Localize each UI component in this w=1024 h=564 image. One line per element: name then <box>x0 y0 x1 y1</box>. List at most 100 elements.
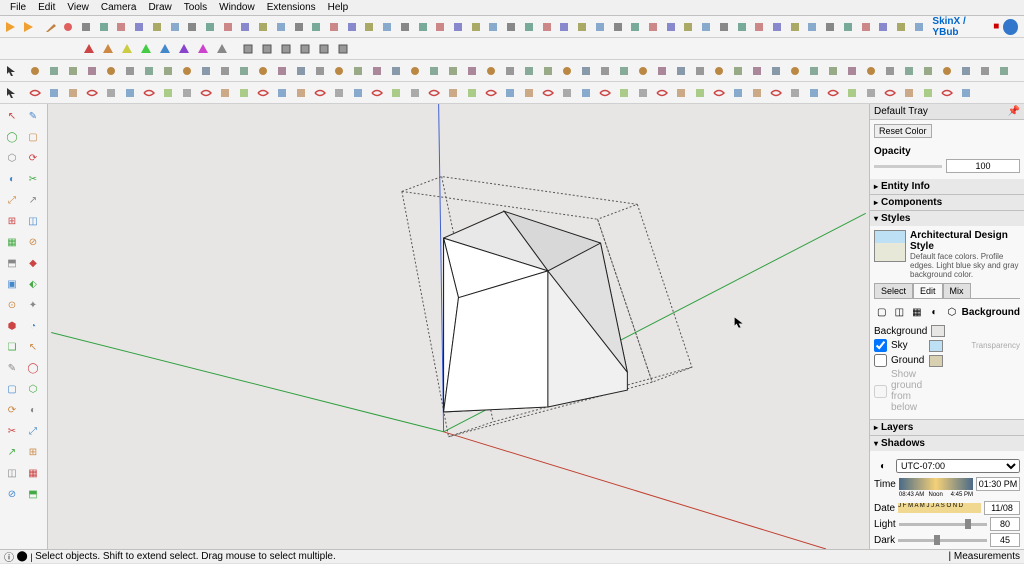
toolbar4-btn-48[interactable] <box>938 84 956 102</box>
toolbar3-btn-19[interactable] <box>387 62 405 80</box>
toolbar4-btn-49[interactable] <box>957 84 975 102</box>
menu-help[interactable]: Help <box>322 1 355 14</box>
left-tool-3[interactable]: ▢ <box>23 127 43 147</box>
toolbar1-btn-1[interactable] <box>95 18 112 36</box>
toolbar1-btn-45[interactable] <box>875 18 892 36</box>
toolbar3-btn-34[interactable] <box>672 62 690 80</box>
toolbar3-btn-44[interactable] <box>862 62 880 80</box>
left-tool-5[interactable]: ⟳ <box>23 148 43 168</box>
section-styles[interactable]: Styles <box>870 211 1024 226</box>
toolbar3-btn-26[interactable] <box>520 62 538 80</box>
toolbar1-btn-34[interactable] <box>680 18 697 36</box>
toolbar4-btn-9[interactable] <box>197 84 215 102</box>
opacity-input[interactable] <box>946 159 1020 173</box>
toolbar1-btn-23[interactable] <box>485 18 502 36</box>
toolbar4-btn-43[interactable] <box>843 84 861 102</box>
toolbar4-btn-30[interactable] <box>596 84 614 102</box>
menu-edit[interactable]: Edit <box>32 1 61 14</box>
toolbar4-btn-33[interactable] <box>653 84 671 102</box>
toolbar3-btn-39[interactable] <box>767 62 785 80</box>
left-tool-17[interactable]: ⬖ <box>23 274 43 294</box>
brush-icon[interactable] <box>60 18 77 36</box>
reset-color-button[interactable]: Reset Color <box>874 124 932 138</box>
style-bg-icon[interactable]: ▦ <box>909 303 925 321</box>
left-tool-10[interactable]: ⊞ <box>2 211 22 231</box>
dark-slider[interactable] <box>898 539 987 542</box>
toolbar1-btn-8[interactable] <box>219 18 236 36</box>
toolbar2a-btn-3[interactable] <box>137 40 155 58</box>
toolbar3-btn-29[interactable] <box>577 62 595 80</box>
toolbar3-btn-18[interactable] <box>368 62 386 80</box>
timezone-select[interactable]: UTC-07:00 <box>896 459 1020 473</box>
left-tool-29[interactable]: ◐ <box>23 400 43 420</box>
left-tool-14[interactable]: ⬒ <box>2 253 22 273</box>
toolbar3-btn-1[interactable] <box>45 62 63 80</box>
left-tool-32[interactable]: ↗ <box>2 442 22 462</box>
status-icon1[interactable]: ⓘ <box>4 549 14 564</box>
section-shadows[interactable]: Shadows <box>870 436 1024 451</box>
style-model-icon[interactable]: ⬡ <box>944 303 960 321</box>
left-tool-26[interactable]: ▢ <box>2 379 22 399</box>
toolbar1-btn-33[interactable] <box>662 18 679 36</box>
toolbar4-btn-5[interactable] <box>121 84 139 102</box>
left-tool-11[interactable]: ◫ <box>23 211 43 231</box>
toolbar1-btn-24[interactable] <box>503 18 520 36</box>
toolbar4-btn-46[interactable] <box>900 84 918 102</box>
toolbar4-btn-29[interactable] <box>577 84 595 102</box>
toolbar3-btn-0[interactable] <box>26 62 44 80</box>
time-input[interactable] <box>976 477 1020 491</box>
toolbar1-btn-17[interactable] <box>379 18 396 36</box>
ground-swatch[interactable] <box>929 355 943 367</box>
toolbar3-btn-40[interactable] <box>786 62 804 80</box>
toolbar4-btn-40[interactable] <box>786 84 804 102</box>
toolbar1-btn-2[interactable] <box>113 18 130 36</box>
toolbar1-btn-36[interactable] <box>715 18 732 36</box>
toolbar3-btn-42[interactable] <box>824 62 842 80</box>
toolbar4-btn-34[interactable] <box>672 84 690 102</box>
toolbar2a-btn-0[interactable] <box>80 40 98 58</box>
section-layers[interactable]: Layers <box>870 420 1024 435</box>
toolbar3-btn-50[interactable] <box>976 62 994 80</box>
select2-icon[interactable] <box>2 84 20 102</box>
toolbar3-btn-11[interactable] <box>235 62 253 80</box>
toolbar4-btn-35[interactable] <box>691 84 709 102</box>
toolbar3-btn-17[interactable] <box>349 62 367 80</box>
style-edge-icon[interactable]: ▢ <box>874 303 890 321</box>
toolbar1-btn-26[interactable] <box>538 18 555 36</box>
toolbar2a-btn-2[interactable] <box>118 40 136 58</box>
left-tool-12[interactable]: ▦ <box>2 232 22 252</box>
date-input[interactable] <box>984 501 1020 515</box>
sky-swatch[interactable] <box>929 340 943 352</box>
toolbar3-btn-2[interactable] <box>64 62 82 80</box>
toolbar4-btn-31[interactable] <box>615 84 633 102</box>
toolbar1-btn-44[interactable] <box>857 18 874 36</box>
left-tool-15[interactable]: ◆ <box>23 253 43 273</box>
left-tool-20[interactable]: ⬢ <box>2 316 22 336</box>
menu-camera[interactable]: Camera <box>95 1 143 14</box>
toolbar1-btn-7[interactable] <box>202 18 219 36</box>
toolbar3-btn-48[interactable] <box>938 62 956 80</box>
bg-swatch[interactable] <box>931 325 945 337</box>
toolbar1-btn-42[interactable] <box>822 18 839 36</box>
toolbar4-btn-22[interactable] <box>444 84 462 102</box>
play-icon[interactable] <box>2 18 19 36</box>
date-slider[interactable]: J F M A M J J A S O N D <box>898 503 981 513</box>
section-entity-info[interactable]: Entity Info <box>870 179 1024 194</box>
toolbar4-btn-26[interactable] <box>520 84 538 102</box>
select-arrow-icon[interactable] <box>2 62 20 80</box>
tab-mix[interactable]: Mix <box>943 283 971 298</box>
toolbar4-btn-21[interactable] <box>425 84 443 102</box>
toolbar3-btn-16[interactable] <box>330 62 348 80</box>
toolbar2a-btn-5[interactable] <box>175 40 193 58</box>
toolbar3-btn-8[interactable] <box>178 62 196 80</box>
toolbar4-btn-42[interactable] <box>824 84 842 102</box>
left-tool-28[interactable]: ⟳ <box>2 400 22 420</box>
toolbar1-btn-11[interactable] <box>273 18 290 36</box>
left-tool-16[interactable]: ▣ <box>2 274 22 294</box>
opacity-slider[interactable] <box>874 165 942 168</box>
toolbar3-btn-12[interactable] <box>254 62 272 80</box>
toolbar3-btn-38[interactable] <box>748 62 766 80</box>
left-tool-4[interactable]: ⬡ <box>2 148 22 168</box>
toolbar4-btn-25[interactable] <box>501 84 519 102</box>
tray-pin-icon[interactable]: 📌 <box>1008 106 1020 117</box>
